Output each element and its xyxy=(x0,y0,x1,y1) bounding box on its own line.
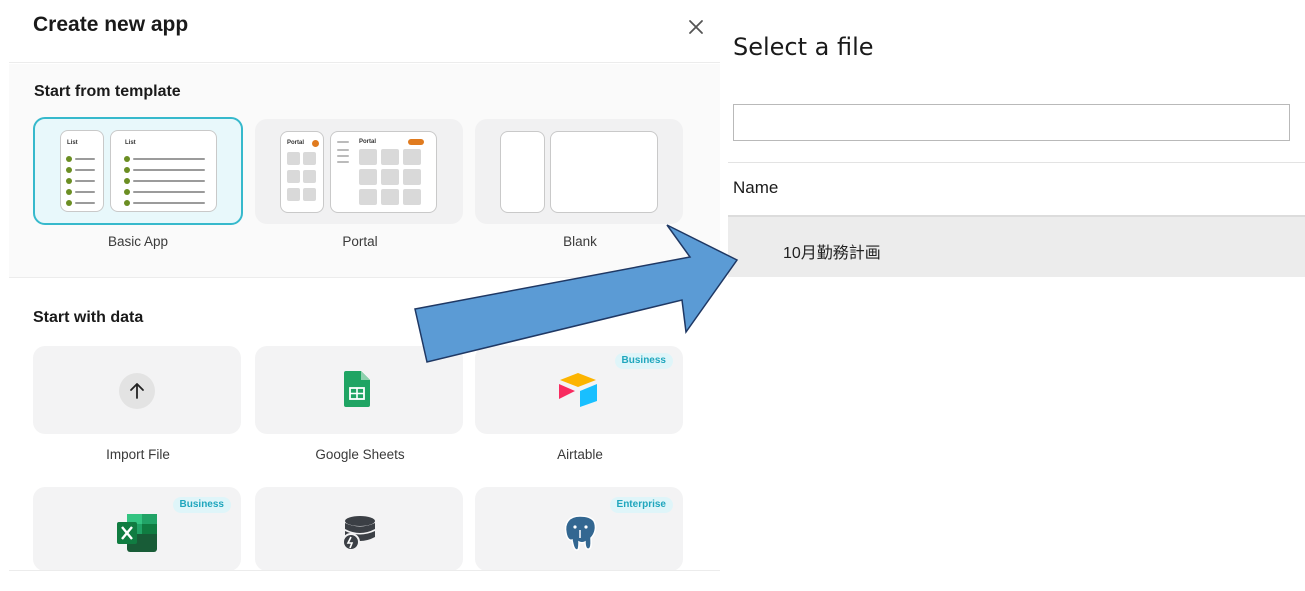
source-card-database[interactable] xyxy=(255,487,463,571)
data-section-title: Start with data xyxy=(33,309,144,326)
basic-app-preview-tablet: List xyxy=(110,130,217,212)
enterprise-badge: Enterprise xyxy=(609,497,673,513)
source-card-airtable[interactable]: Business xyxy=(475,346,683,434)
template-section-title: Start from template xyxy=(34,83,181,100)
template-label-blank: Blank xyxy=(563,234,597,249)
file-name: 10月勤務計画 xyxy=(783,245,881,262)
template-label-basic-app: Basic App xyxy=(107,234,169,249)
source-label-google-sheets: Google Sheets xyxy=(315,447,405,462)
template-card-blank[interactable] xyxy=(475,119,683,224)
dialog-title: Create new app xyxy=(33,13,189,36)
template-card-portal[interactable]: Portal Portal xyxy=(255,119,463,224)
template-label-portal: Portal xyxy=(342,234,378,249)
file-list-divider xyxy=(728,162,1305,163)
dialog-bottom-divider xyxy=(9,570,720,571)
template-card-basic-app[interactable]: List List xyxy=(33,117,243,225)
blank-preview-tablet xyxy=(550,131,658,213)
file-picker-panel: Select a file Name 10月勤務計画 xyxy=(728,0,1305,591)
excel-icon xyxy=(117,514,157,552)
business-badge: Business xyxy=(614,353,673,369)
file-row[interactable]: 10月勤務計画 xyxy=(728,215,1305,277)
source-label-airtable: Airtable xyxy=(557,447,603,462)
create-app-dialog: Create new app Start from template List … xyxy=(9,0,720,571)
dialog-header: Create new app xyxy=(9,0,720,63)
database-icon xyxy=(342,516,375,551)
source-card-google-sheets[interactable] xyxy=(255,346,463,434)
close-button[interactable] xyxy=(685,16,707,38)
basic-app-preview-phone: List xyxy=(60,130,104,212)
file-picker-title: Select a file xyxy=(733,33,874,61)
preview-list-label: List xyxy=(67,140,78,146)
portal-preview-phone: Portal xyxy=(280,131,324,213)
upload-arrow-icon xyxy=(119,373,155,409)
source-label-import-file: Import File xyxy=(106,447,170,462)
column-header-name[interactable]: Name xyxy=(733,178,778,198)
airtable-icon xyxy=(559,373,597,407)
business-badge: Business xyxy=(172,497,231,513)
source-card-postgresql[interactable]: Enterprise xyxy=(475,487,683,571)
portal-preview-tablet: Portal xyxy=(330,131,437,213)
close-icon xyxy=(689,20,703,34)
preview-portal-label: Portal xyxy=(287,140,305,146)
source-card-import-file[interactable] xyxy=(33,346,241,434)
source-card-excel[interactable]: Business xyxy=(33,487,241,571)
google-sheets-icon xyxy=(344,371,370,407)
preview-portal-label: Portal xyxy=(359,139,377,145)
template-section: Start from template List List Basic App xyxy=(9,64,720,278)
postgresql-icon xyxy=(564,515,597,551)
file-search-input[interactable] xyxy=(733,104,1290,141)
preview-list-label: List xyxy=(125,140,136,146)
blank-preview-phone xyxy=(500,131,545,213)
